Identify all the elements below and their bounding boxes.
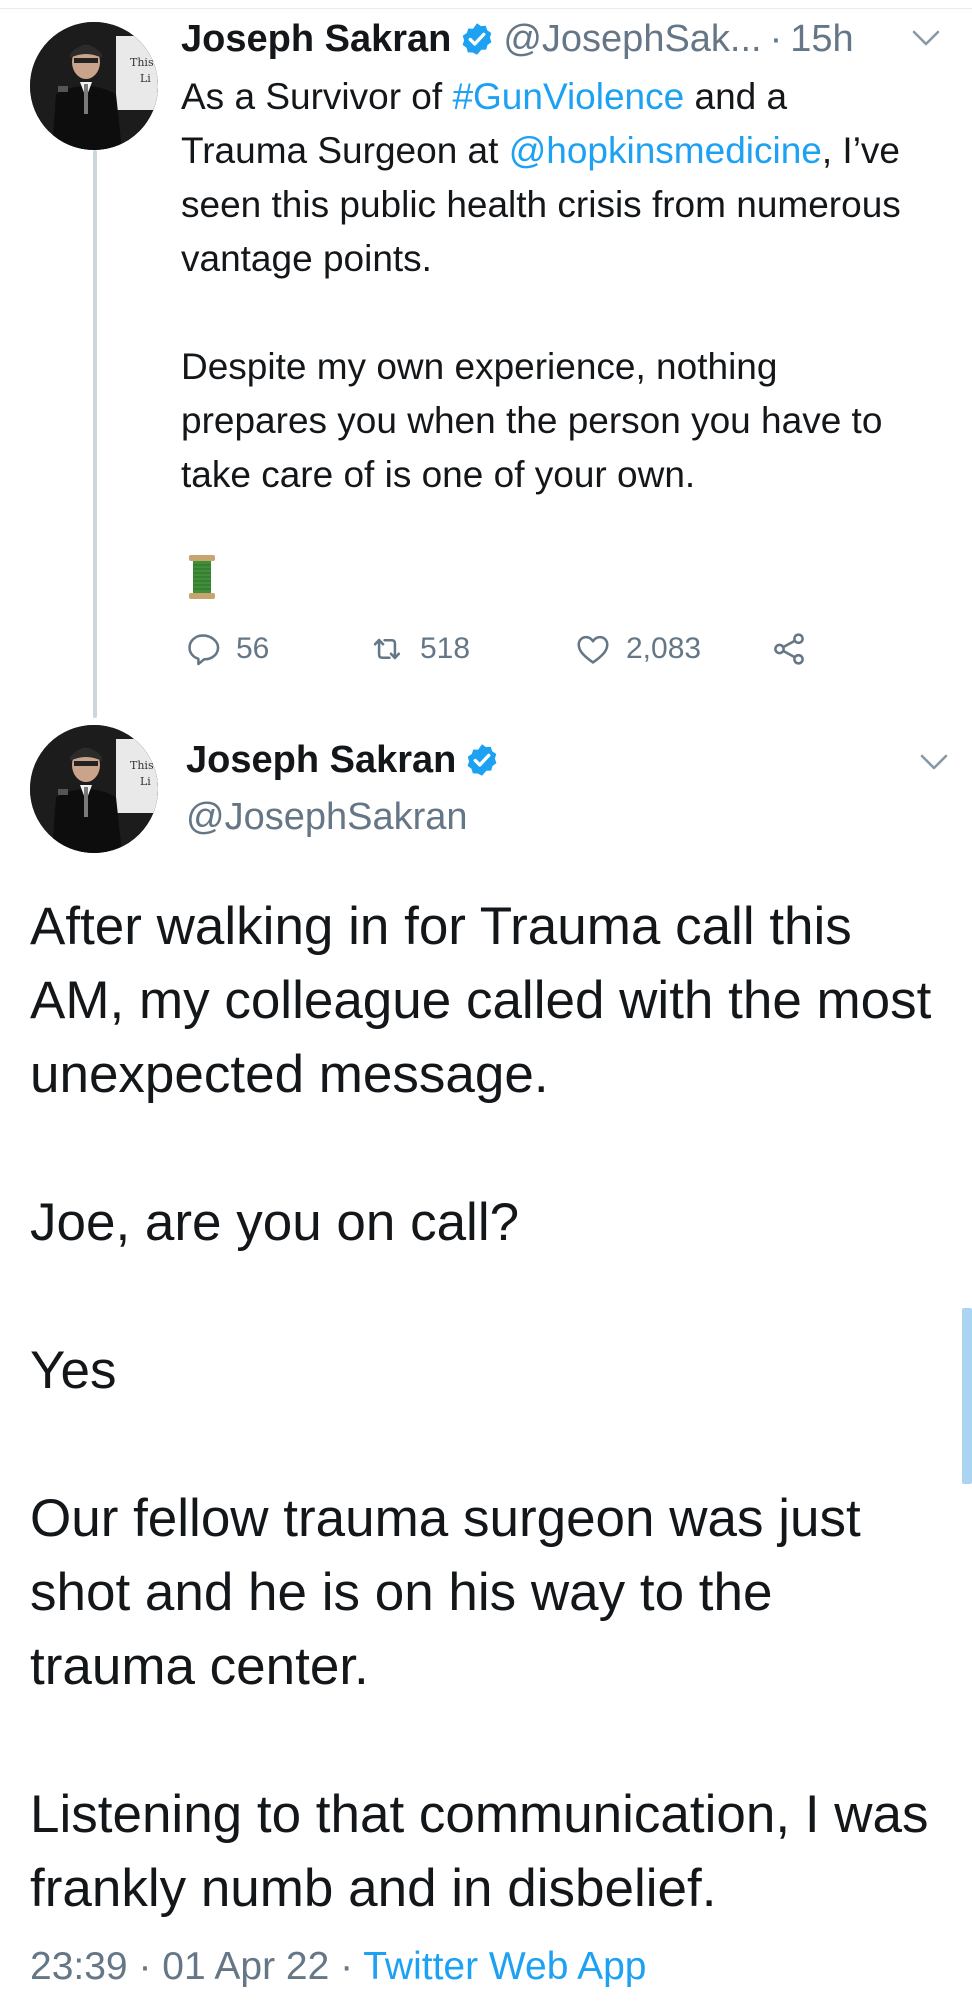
tweet-text: After walking in for Trauma call this AM…: [30, 890, 950, 1926]
chevron-down-icon[interactable]: [909, 26, 943, 50]
svg-text:This: This: [130, 759, 154, 772]
svg-text:This: This: [130, 56, 154, 69]
tweet-header: Joseph Sakran @JosephSak... · 15h: [181, 14, 854, 64]
tweet-paragraph: As a Survivor of #GunViolence and a Trau…: [181, 70, 921, 286]
heart-icon: [577, 635, 609, 664]
tweet-paragraph: After walking in for Trauma call this AM…: [30, 897, 932, 1104]
tweet-paragraph: Yes: [30, 1341, 117, 1400]
tweet-date[interactable]: 01 Apr 22: [162, 1945, 329, 1988]
tweet-text-segment: As a Survivor of: [181, 76, 453, 117]
tweet-metadata: 23:39 · 01 Apr 22 · Twitter Web App: [30, 1945, 647, 1989]
tweet-paragraph: Joe, are you on call?: [30, 1193, 520, 1252]
spool-of-thread-emoji: [189, 555, 215, 599]
tweet-text: As a Survivor of #GunViolence and a Trau…: [181, 70, 921, 502]
verified-badge-icon: [464, 742, 500, 778]
top-divider: [0, 8, 972, 9]
reply-icon: [188, 634, 220, 666]
retweet-count: 518: [420, 632, 471, 665]
user-handle[interactable]: @JosephSakran: [186, 796, 468, 839]
tweet-time[interactable]: 23:39: [30, 1945, 128, 1988]
svg-text:Li: Li: [140, 775, 151, 788]
hashtag-link[interactable]: #GunViolence: [452, 76, 684, 117]
mention-link[interactable]: @hopkinsmedicine: [509, 130, 822, 171]
separator-dot: ·: [138, 1945, 152, 1988]
share-button[interactable]: [770, 626, 808, 672]
separator-dot: ·: [340, 1945, 354, 1988]
tweet-paragraph: Despite my own experience, nothing prepa…: [181, 346, 883, 495]
tweet-author: Joseph Sakran: [186, 734, 508, 786]
chevron-down-icon[interactable]: [917, 750, 951, 774]
like-count: 2,083: [626, 632, 702, 665]
display-name[interactable]: Joseph Sakran: [186, 739, 456, 782]
share-icon: [774, 633, 804, 665]
scrollbar-thumb[interactable]: [962, 1308, 972, 1484]
svg-text:Li: Li: [140, 72, 151, 85]
like-button[interactable]: 2,083: [574, 626, 701, 672]
verified-badge-icon: [459, 21, 495, 57]
retweet-icon: [373, 638, 401, 660]
user-handle[interactable]: @JosephSak...: [503, 18, 761, 61]
separator-dot: ·: [769, 17, 783, 60]
reply-count: 56: [236, 632, 270, 665]
tweet-paragraph: Listening to that communication, I was f…: [30, 1785, 929, 1918]
tweet-timestamp[interactable]: 15h: [790, 18, 853, 61]
thread-connector-line: [93, 150, 97, 718]
avatar[interactable]: This Li: [30, 22, 158, 150]
source-app-link[interactable]: Twitter Web App: [363, 1945, 646, 1988]
tweet-paragraph: Our fellow trauma surgeon was just shot …: [30, 1489, 861, 1696]
reply-button[interactable]: 56: [184, 626, 269, 672]
retweet-button[interactable]: 518: [368, 626, 470, 672]
avatar[interactable]: This Li: [30, 725, 158, 853]
display-name[interactable]: Joseph Sakran: [181, 18, 451, 61]
